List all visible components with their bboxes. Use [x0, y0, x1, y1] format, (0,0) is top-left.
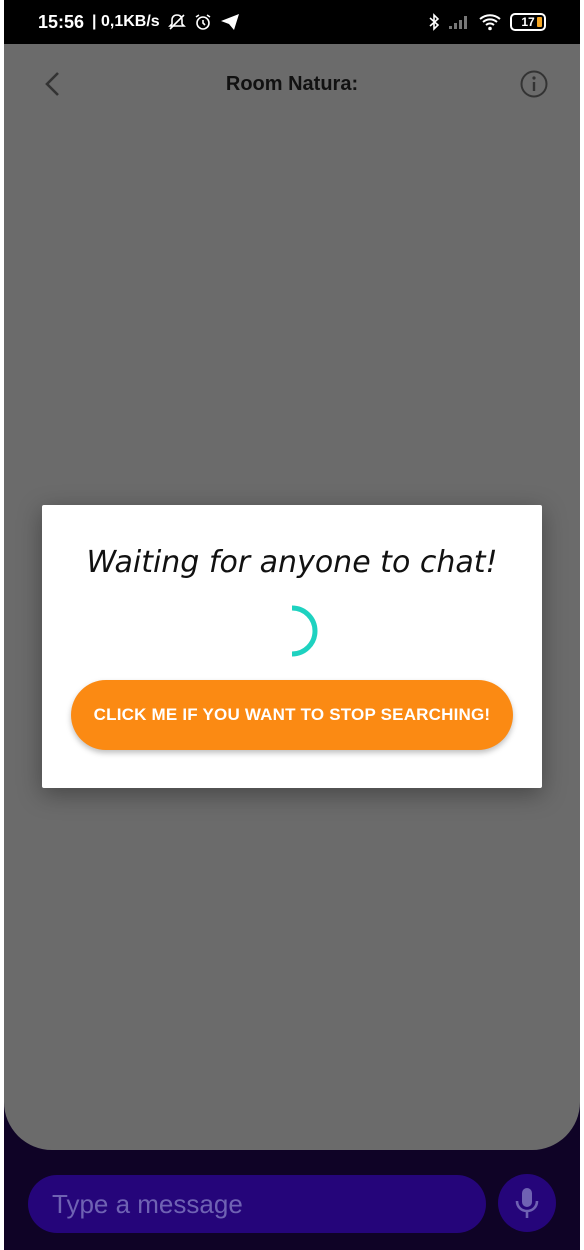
dialog-title: Waiting for anyone to chat! [86, 545, 498, 580]
network-speed: | 0,1KB/s [92, 13, 160, 30]
back-button[interactable] [34, 66, 70, 102]
alarm-icon [194, 13, 212, 31]
page-title: Room Natura: [225, 72, 359, 95]
message-input[interactable] [52, 1188, 486, 1220]
loading-spinner-icon [291, 605, 318, 657]
telegram-icon [220, 13, 240, 31]
info-icon [520, 70, 548, 98]
status-bar: 15:56 | 0,1KB/s 17 [4, 0, 580, 44]
bell-off-icon [167, 13, 186, 31]
phone-screen: 15:56 | 0,1KB/s 17 Room Natura: Waiting … [4, 0, 580, 1250]
stop-searching-button[interactable]: CLICK ME IF YOU WANT TO STOP SEARCHING! [71, 680, 513, 750]
battery-icon: 17 [510, 13, 546, 31]
status-time: 15:56 [38, 11, 85, 32]
microphone-icon [515, 1188, 539, 1218]
info-button[interactable] [516, 66, 552, 102]
signal-icon [448, 14, 470, 30]
bluetooth-icon [428, 13, 440, 31]
searching-dialog: Waiting for anyone to chat! CLICK ME IF … [42, 505, 542, 788]
message-input-container [28, 1175, 486, 1233]
wifi-icon [478, 13, 502, 31]
microphone-button[interactable] [498, 1174, 556, 1232]
chevron-left-icon [45, 72, 59, 96]
battery-level: 17 [521, 15, 535, 29]
top-bar: Room Natura: [4, 44, 580, 124]
